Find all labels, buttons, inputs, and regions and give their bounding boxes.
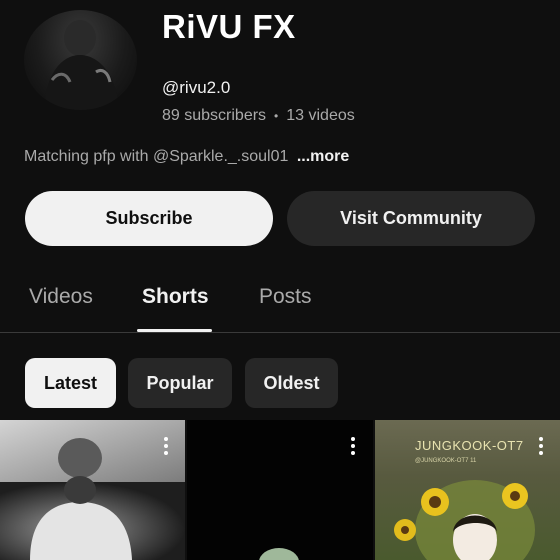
kebab-menu-icon[interactable] (156, 434, 176, 458)
short-thumbnail[interactable]: JUNGKOOK-OT7 @JUNGKOOK-OT7 11 (375, 420, 560, 560)
channel-avatar[interactable] (24, 10, 137, 110)
subscriber-count: 89 subscribers (162, 107, 267, 124)
channel-tabs: Videos Shorts Posts (0, 265, 560, 333)
filter-chip-latest[interactable]: Latest (25, 358, 116, 408)
filter-chip-oldest[interactable]: Oldest (245, 358, 338, 408)
more-link[interactable]: ...more (297, 148, 349, 165)
channel-stats: 89 subscribers • 13 videos (162, 107, 355, 125)
channel-handle: @rivu2.0 (162, 78, 231, 97)
kebab-menu-icon[interactable] (531, 434, 551, 458)
tab-posts[interactable]: Posts (259, 285, 312, 309)
stats-separator: • (274, 109, 279, 123)
subscribe-button[interactable]: Subscribe (25, 191, 273, 246)
short-overlay-subtitle: @JUNGKOOK-OT7 11 (415, 458, 477, 464)
tab-videos[interactable]: Videos (29, 285, 93, 309)
kebab-menu-icon[interactable] (343, 434, 363, 458)
short-overlay-title: JUNGKOOK-OT7 (415, 438, 524, 453)
short-thumbnail[interactable] (0, 420, 185, 560)
video-count: 13 videos (286, 107, 355, 124)
avatar-image (44, 20, 119, 110)
short-thumbnail[interactable] (187, 420, 373, 560)
channel-name: RiVU FX (162, 8, 296, 45)
description-text: Matching pfp with @Sparkle._.soul01 (24, 148, 289, 165)
filter-chip-popular[interactable]: Popular (128, 358, 232, 408)
visit-community-button[interactable]: Visit Community (287, 191, 535, 246)
channel-description[interactable]: Matching pfp with @Sparkle._.soul01 ...m… (24, 148, 349, 166)
tab-shorts[interactable]: Shorts (142, 285, 209, 309)
active-tab-indicator (137, 329, 212, 332)
